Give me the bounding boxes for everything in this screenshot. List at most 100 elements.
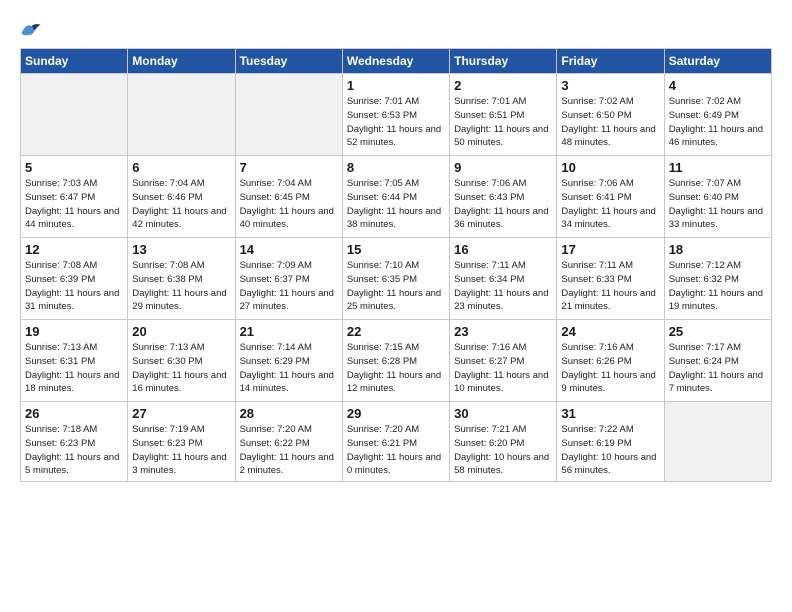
calendar-cell: 28 Sunrise: 7:20 AMSunset: 6:22 PMDaylig… — [235, 402, 342, 482]
calendar-cell: 9 Sunrise: 7:06 AMSunset: 6:43 PMDayligh… — [450, 156, 557, 238]
day-number: 19 — [25, 324, 123, 339]
day-number: 1 — [347, 78, 445, 93]
day-number: 6 — [132, 160, 230, 175]
calendar-cell: 24 Sunrise: 7:16 AMSunset: 6:26 PMDaylig… — [557, 320, 664, 402]
calendar-cell — [235, 74, 342, 156]
calendar-cell: 12 Sunrise: 7:08 AMSunset: 6:39 PMDaylig… — [21, 238, 128, 320]
calendar-week-3: 19 Sunrise: 7:13 AMSunset: 6:31 PMDaylig… — [21, 320, 772, 402]
day-info: Sunrise: 7:01 AMSunset: 6:53 PMDaylight:… — [347, 95, 445, 150]
calendar-cell: 7 Sunrise: 7:04 AMSunset: 6:45 PMDayligh… — [235, 156, 342, 238]
day-number: 20 — [132, 324, 230, 339]
day-info: Sunrise: 7:02 AMSunset: 6:49 PMDaylight:… — [669, 95, 767, 150]
calendar-cell: 3 Sunrise: 7:02 AMSunset: 6:50 PMDayligh… — [557, 74, 664, 156]
calendar-header-row: SundayMondayTuesdayWednesdayThursdayFrid… — [21, 49, 772, 74]
calendar-cell: 4 Sunrise: 7:02 AMSunset: 6:49 PMDayligh… — [664, 74, 771, 156]
calendar-cell: 27 Sunrise: 7:19 AMSunset: 6:23 PMDaylig… — [128, 402, 235, 482]
day-number: 29 — [347, 406, 445, 421]
calendar-cell: 30 Sunrise: 7:21 AMSunset: 6:20 PMDaylig… — [450, 402, 557, 482]
calendar-cell: 26 Sunrise: 7:18 AMSunset: 6:23 PMDaylig… — [21, 402, 128, 482]
calendar-week-4: 26 Sunrise: 7:18 AMSunset: 6:23 PMDaylig… — [21, 402, 772, 482]
day-info: Sunrise: 7:15 AMSunset: 6:28 PMDaylight:… — [347, 341, 445, 396]
day-number: 10 — [561, 160, 659, 175]
day-info: Sunrise: 7:10 AMSunset: 6:35 PMDaylight:… — [347, 259, 445, 314]
day-number: 9 — [454, 160, 552, 175]
day-info: Sunrise: 7:07 AMSunset: 6:40 PMDaylight:… — [669, 177, 767, 232]
calendar-header-wednesday: Wednesday — [342, 49, 449, 74]
day-info: Sunrise: 7:04 AMSunset: 6:46 PMDaylight:… — [132, 177, 230, 232]
calendar-cell: 2 Sunrise: 7:01 AMSunset: 6:51 PMDayligh… — [450, 74, 557, 156]
day-info: Sunrise: 7:22 AMSunset: 6:19 PMDaylight:… — [561, 423, 659, 478]
day-info: Sunrise: 7:13 AMSunset: 6:31 PMDaylight:… — [25, 341, 123, 396]
day-number: 18 — [669, 242, 767, 257]
logo — [20, 18, 54, 40]
day-info: Sunrise: 7:16 AMSunset: 6:26 PMDaylight:… — [561, 341, 659, 396]
day-info: Sunrise: 7:09 AMSunset: 6:37 PMDaylight:… — [240, 259, 338, 314]
calendar-cell: 23 Sunrise: 7:16 AMSunset: 6:27 PMDaylig… — [450, 320, 557, 402]
day-number: 28 — [240, 406, 338, 421]
calendar-week-2: 12 Sunrise: 7:08 AMSunset: 6:39 PMDaylig… — [21, 238, 772, 320]
day-number: 23 — [454, 324, 552, 339]
calendar-cell — [664, 402, 771, 482]
day-number: 27 — [132, 406, 230, 421]
day-number: 11 — [669, 160, 767, 175]
day-number: 16 — [454, 242, 552, 257]
day-number: 30 — [454, 406, 552, 421]
calendar-week-0: 1 Sunrise: 7:01 AMSunset: 6:53 PMDayligh… — [21, 74, 772, 156]
calendar-cell — [128, 74, 235, 156]
day-info: Sunrise: 7:19 AMSunset: 6:23 PMDaylight:… — [132, 423, 230, 478]
day-number: 17 — [561, 242, 659, 257]
calendar-cell: 5 Sunrise: 7:03 AMSunset: 6:47 PMDayligh… — [21, 156, 128, 238]
day-number: 14 — [240, 242, 338, 257]
calendar-cell: 31 Sunrise: 7:22 AMSunset: 6:19 PMDaylig… — [557, 402, 664, 482]
calendar-header-saturday: Saturday — [664, 49, 771, 74]
calendar-cell: 17 Sunrise: 7:11 AMSunset: 6:33 PMDaylig… — [557, 238, 664, 320]
calendar: SundayMondayTuesdayWednesdayThursdayFrid… — [20, 48, 772, 482]
day-info: Sunrise: 7:06 AMSunset: 6:43 PMDaylight:… — [454, 177, 552, 232]
day-info: Sunrise: 7:16 AMSunset: 6:27 PMDaylight:… — [454, 341, 552, 396]
day-number: 7 — [240, 160, 338, 175]
calendar-header-thursday: Thursday — [450, 49, 557, 74]
day-info: Sunrise: 7:04 AMSunset: 6:45 PMDaylight:… — [240, 177, 338, 232]
calendar-cell: 25 Sunrise: 7:17 AMSunset: 6:24 PMDaylig… — [664, 320, 771, 402]
calendar-cell: 19 Sunrise: 7:13 AMSunset: 6:31 PMDaylig… — [21, 320, 128, 402]
calendar-cell — [21, 74, 128, 156]
day-number: 13 — [132, 242, 230, 257]
day-info: Sunrise: 7:03 AMSunset: 6:47 PMDaylight:… — [25, 177, 123, 232]
day-number: 15 — [347, 242, 445, 257]
day-info: Sunrise: 7:08 AMSunset: 6:39 PMDaylight:… — [25, 259, 123, 314]
page: SundayMondayTuesdayWednesdayThursdayFrid… — [0, 0, 792, 612]
calendar-cell: 11 Sunrise: 7:07 AMSunset: 6:40 PMDaylig… — [664, 156, 771, 238]
calendar-cell: 8 Sunrise: 7:05 AMSunset: 6:44 PMDayligh… — [342, 156, 449, 238]
day-number: 4 — [669, 78, 767, 93]
day-number: 12 — [25, 242, 123, 257]
day-number: 31 — [561, 406, 659, 421]
day-number: 2 — [454, 78, 552, 93]
calendar-cell: 15 Sunrise: 7:10 AMSunset: 6:35 PMDaylig… — [342, 238, 449, 320]
day-info: Sunrise: 7:20 AMSunset: 6:21 PMDaylight:… — [347, 423, 445, 478]
calendar-cell: 14 Sunrise: 7:09 AMSunset: 6:37 PMDaylig… — [235, 238, 342, 320]
day-number: 25 — [669, 324, 767, 339]
day-number: 26 — [25, 406, 123, 421]
day-info: Sunrise: 7:02 AMSunset: 6:50 PMDaylight:… — [561, 95, 659, 150]
day-info: Sunrise: 7:17 AMSunset: 6:24 PMDaylight:… — [669, 341, 767, 396]
calendar-cell: 10 Sunrise: 7:06 AMSunset: 6:41 PMDaylig… — [557, 156, 664, 238]
calendar-week-1: 5 Sunrise: 7:03 AMSunset: 6:47 PMDayligh… — [21, 156, 772, 238]
calendar-cell: 21 Sunrise: 7:14 AMSunset: 6:29 PMDaylig… — [235, 320, 342, 402]
calendar-header-sunday: Sunday — [21, 49, 128, 74]
day-info: Sunrise: 7:18 AMSunset: 6:23 PMDaylight:… — [25, 423, 123, 478]
day-info: Sunrise: 7:20 AMSunset: 6:22 PMDaylight:… — [240, 423, 338, 478]
day-number: 22 — [347, 324, 445, 339]
day-info: Sunrise: 7:14 AMSunset: 6:29 PMDaylight:… — [240, 341, 338, 396]
logo-text — [20, 18, 42, 40]
day-number: 3 — [561, 78, 659, 93]
calendar-cell: 16 Sunrise: 7:11 AMSunset: 6:34 PMDaylig… — [450, 238, 557, 320]
day-info: Sunrise: 7:21 AMSunset: 6:20 PMDaylight:… — [454, 423, 552, 478]
day-number: 8 — [347, 160, 445, 175]
day-info: Sunrise: 7:12 AMSunset: 6:32 PMDaylight:… — [669, 259, 767, 314]
calendar-cell: 29 Sunrise: 7:20 AMSunset: 6:21 PMDaylig… — [342, 402, 449, 482]
day-info: Sunrise: 7:11 AMSunset: 6:34 PMDaylight:… — [454, 259, 552, 314]
calendar-cell: 20 Sunrise: 7:13 AMSunset: 6:30 PMDaylig… — [128, 320, 235, 402]
logo-bird-icon — [20, 20, 42, 38]
day-number: 24 — [561, 324, 659, 339]
calendar-header-monday: Monday — [128, 49, 235, 74]
